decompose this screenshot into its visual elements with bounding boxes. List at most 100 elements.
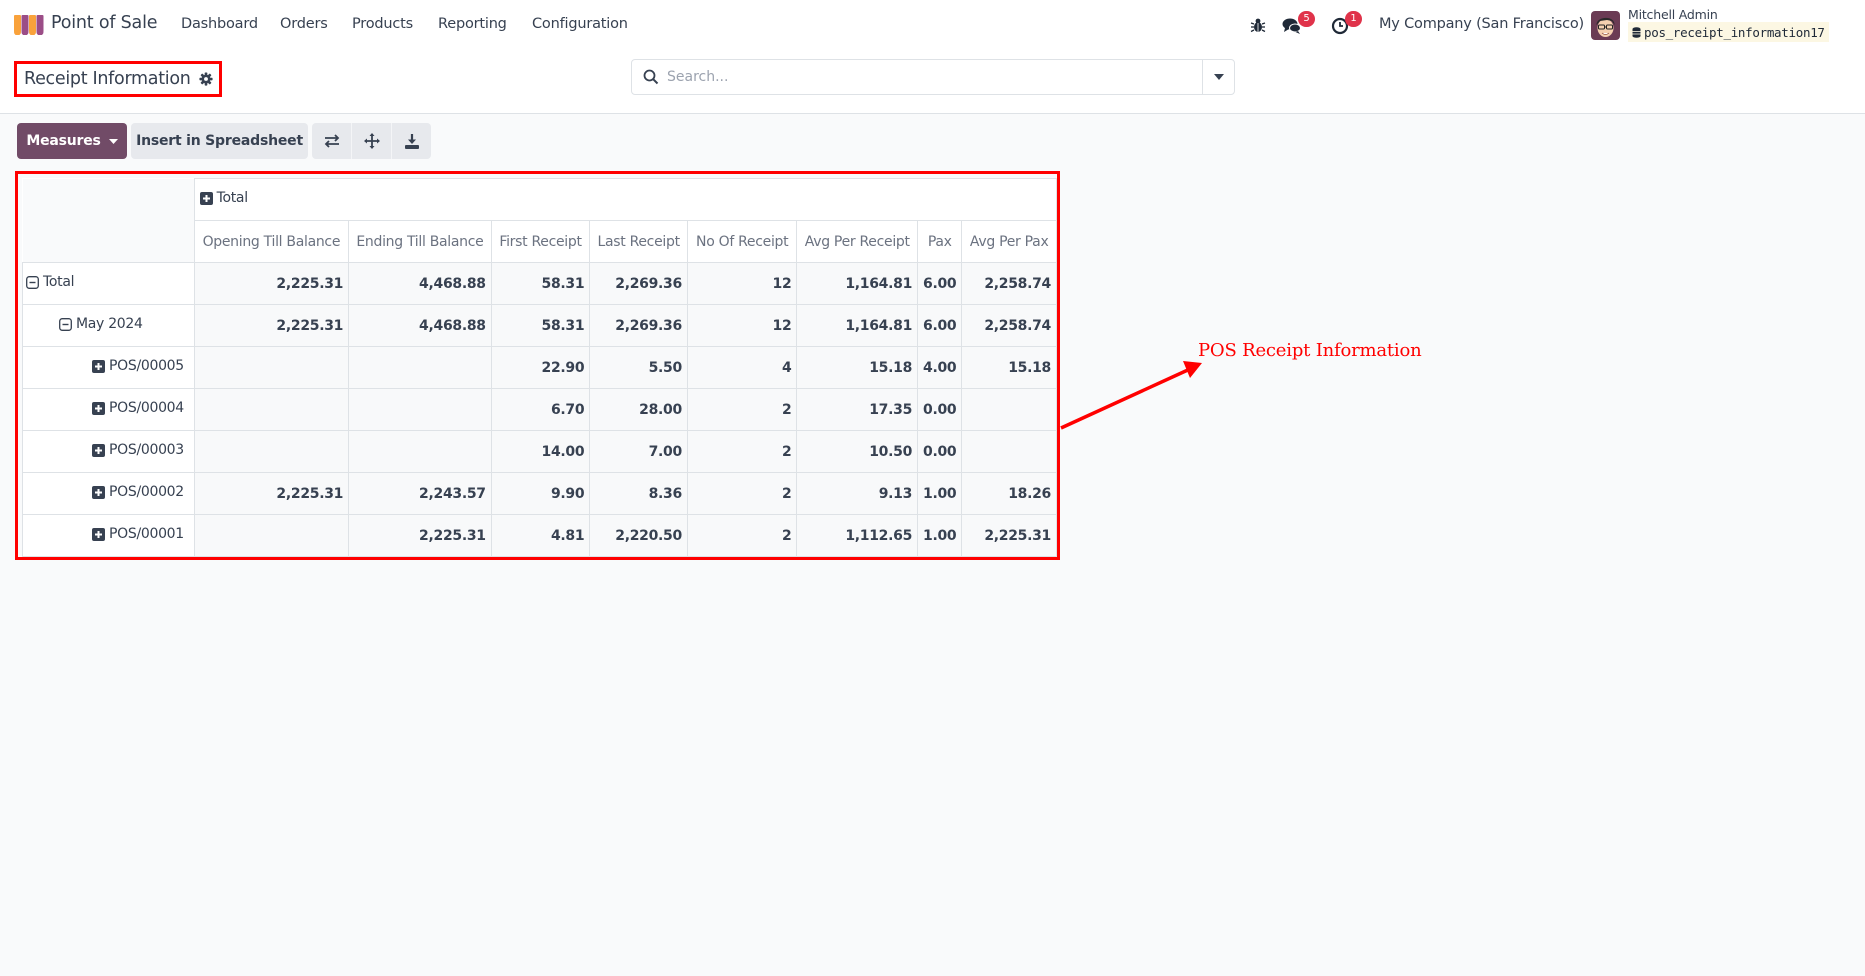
column-group-header-total[interactable]: Total xyxy=(193,178,1058,221)
cell-opening-till-balance[interactable] xyxy=(193,346,350,389)
cell-ending-till-balance[interactable] xyxy=(348,346,492,389)
row-header[interactable]: POS/00005 xyxy=(22,346,195,389)
caret-down-icon xyxy=(108,138,118,144)
measure-header-avg-per-pax[interactable]: Avg Per Pax xyxy=(961,220,1057,263)
measure-header-pax[interactable]: Pax xyxy=(917,220,963,263)
cell-no-of-receipt[interactable]: 2 xyxy=(686,388,798,431)
user-avatar[interactable] xyxy=(1591,11,1620,40)
cell-first-receipt[interactable]: 58.31 xyxy=(490,262,591,305)
company-switcher[interactable]: My Company (San Francisco) xyxy=(1379,16,1584,32)
gear-icon[interactable] xyxy=(198,72,213,86)
search-input[interactable] xyxy=(667,62,1202,92)
cell-ending-till-balance[interactable]: 4,468.88 xyxy=(348,262,492,305)
measure-header-no-of-receipt[interactable]: No Of Receipt xyxy=(686,220,798,263)
measure-header-ending-till-balance[interactable]: Ending Till Balance xyxy=(348,220,492,263)
cell-first-receipt[interactable]: 9.90 xyxy=(490,472,591,515)
cell-no-of-receipt[interactable]: 2 xyxy=(686,430,798,473)
measures-label: Measures xyxy=(26,133,101,149)
cell-opening-till-balance[interactable] xyxy=(193,388,350,431)
pos-logo-icon[interactable] xyxy=(14,15,44,35)
cell-avg-per-receipt[interactable]: 15.18 xyxy=(796,346,919,389)
cell-last-receipt[interactable]: 8.36 xyxy=(589,472,688,515)
cell-avg-per-receipt[interactable]: 17.35 xyxy=(796,388,919,431)
app-name[interactable]: Point of Sale xyxy=(51,13,158,33)
nav-reporting[interactable]: Reporting xyxy=(438,16,507,32)
row-header[interactable]: POS/00001 xyxy=(22,514,195,557)
cell-first-receipt[interactable]: 6.70 xyxy=(490,388,591,431)
cell-avg-per-pax[interactable]: 18.26 xyxy=(961,472,1057,515)
cell-avg-per-pax[interactable]: 2,258.74 xyxy=(961,262,1057,305)
cell-no-of-receipt[interactable]: 2 xyxy=(686,514,798,557)
row-header-content: May 2024 xyxy=(59,316,143,332)
cell-first-receipt[interactable]: 14.00 xyxy=(490,430,591,473)
measure-header-opening-till-balance[interactable]: Opening Till Balance xyxy=(193,220,350,263)
row-header[interactable]: May 2024 xyxy=(22,304,195,347)
cell-pax[interactable]: 6.00 xyxy=(917,304,963,347)
annotation-label: POS Receipt Information xyxy=(1198,340,1422,361)
cell-avg-per-pax[interactable] xyxy=(961,388,1057,431)
cell-first-receipt[interactable]: 22.90 xyxy=(490,346,591,389)
cell-last-receipt[interactable]: 7.00 xyxy=(589,430,688,473)
cell-ending-till-balance[interactable]: 4,468.88 xyxy=(348,304,492,347)
cell-avg-per-receipt[interactable]: 9.13 xyxy=(796,472,919,515)
row-header-label: POS/00004 xyxy=(109,400,184,417)
cell-last-receipt[interactable]: 2,220.50 xyxy=(589,514,688,557)
cell-avg-per-receipt[interactable]: 1,164.81 xyxy=(796,262,919,305)
cell-last-receipt[interactable]: 2,269.36 xyxy=(589,262,688,305)
bug-icon[interactable] xyxy=(1247,14,1269,36)
top-navbar: Point of Sale Dashboard Orders Products … xyxy=(0,0,1865,50)
cell-pax[interactable]: 0.00 xyxy=(917,388,963,431)
cell-last-receipt[interactable]: 28.00 xyxy=(589,388,688,431)
cell-ending-till-balance[interactable]: 2,225.31 xyxy=(348,514,492,557)
pivot-table: Total Opening Till Balance Ending Till B… xyxy=(22,178,1058,557)
row-header[interactable]: POS/00002 xyxy=(22,472,195,515)
nav-products[interactable]: Products xyxy=(352,16,413,32)
cell-ending-till-balance[interactable] xyxy=(348,388,492,431)
nav-orders[interactable]: Orders xyxy=(280,16,328,32)
nav-configuration[interactable]: Configuration xyxy=(532,16,628,32)
row-header[interactable]: POS/00004 xyxy=(22,388,195,431)
cell-pax[interactable]: 0.00 xyxy=(917,430,963,473)
cell-avg-per-receipt[interactable]: 10.50 xyxy=(796,430,919,473)
user-name[interactable]: Mitchell Admin xyxy=(1628,7,1718,22)
cell-avg-per-receipt[interactable]: 1,164.81 xyxy=(796,304,919,347)
cell-ending-till-balance[interactable]: 2,243.57 xyxy=(348,472,492,515)
cell-pax[interactable]: 1.00 xyxy=(917,472,963,515)
cell-opening-till-balance[interactable]: 2,225.31 xyxy=(193,472,350,515)
cell-pax[interactable]: 4.00 xyxy=(917,346,963,389)
search-options-toggle[interactable] xyxy=(1202,60,1234,94)
cell-no-of-receipt[interactable]: 12 xyxy=(686,262,798,305)
cell-opening-till-balance[interactable]: 2,225.31 xyxy=(193,304,350,347)
cell-last-receipt[interactable]: 5.50 xyxy=(589,346,688,389)
insert-in-spreadsheet-button[interactable]: Insert in Spreadsheet xyxy=(131,123,308,159)
row-header-content: POS/00004 xyxy=(92,400,184,416)
measure-header-last-receipt[interactable]: Last Receipt xyxy=(589,220,688,263)
flip-axis-button[interactable] xyxy=(312,123,352,159)
cell-no-of-receipt[interactable]: 4 xyxy=(686,346,798,389)
measure-header-first-receipt[interactable]: First Receipt xyxy=(490,220,591,263)
cell-last-receipt[interactable]: 2,269.36 xyxy=(589,304,688,347)
measures-button[interactable]: Measures xyxy=(17,123,127,159)
cell-opening-till-balance[interactable]: 2,225.31 xyxy=(193,262,350,305)
cell-pax[interactable]: 6.00 xyxy=(917,262,963,305)
cell-avg-per-pax[interactable]: 2,225.31 xyxy=(961,514,1057,557)
cell-ending-till-balance[interactable] xyxy=(348,430,492,473)
cell-first-receipt[interactable]: 4.81 xyxy=(490,514,591,557)
cell-avg-per-pax[interactable] xyxy=(961,430,1057,473)
cell-avg-per-pax[interactable]: 15.18 xyxy=(961,346,1057,389)
expand-all-button[interactable] xyxy=(352,123,392,159)
cell-opening-till-balance[interactable] xyxy=(193,514,350,557)
cell-opening-till-balance[interactable] xyxy=(193,430,350,473)
download-button[interactable] xyxy=(392,123,431,159)
cell-avg-per-receipt[interactable]: 1,112.65 xyxy=(796,514,919,557)
cell-first-receipt[interactable]: 58.31 xyxy=(490,304,591,347)
cell-no-of-receipt[interactable]: 2 xyxy=(686,472,798,515)
nav-dashboard[interactable]: Dashboard xyxy=(181,16,258,32)
cell-avg-per-pax[interactable]: 2,258.74 xyxy=(961,304,1057,347)
download-icon xyxy=(404,133,419,149)
row-header[interactable]: Total xyxy=(22,262,195,305)
cell-no-of-receipt[interactable]: 12 xyxy=(686,304,798,347)
row-header[interactable]: POS/00003 xyxy=(22,430,195,473)
measure-header-avg-per-receipt[interactable]: Avg Per Receipt xyxy=(796,220,919,263)
cell-pax[interactable]: 1.00 xyxy=(917,514,963,557)
